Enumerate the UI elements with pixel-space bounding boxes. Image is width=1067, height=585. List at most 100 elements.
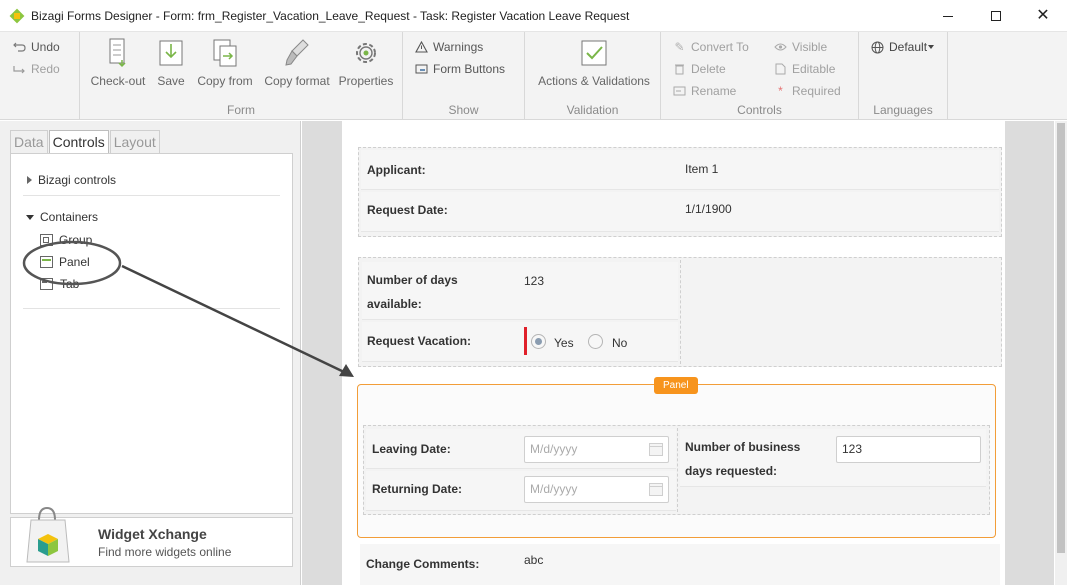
check-out-icon	[103, 38, 133, 68]
panel-tag: Panel	[654, 377, 698, 394]
panel-container[interactable]: Panel Leaving Date: M/d/yyyy Returning D…	[357, 377, 996, 538]
maximize-button[interactable]	[973, 0, 1019, 32]
actions-validations-button[interactable]: Actions & Validations	[536, 38, 652, 88]
warning-icon	[415, 41, 428, 54]
column-divider	[680, 260, 681, 364]
validation-group: Actions & Validations Validation	[525, 32, 661, 120]
widget-xchange-banner[interactable]: Widget Xchange Find more widgets online	[10, 506, 293, 567]
tab-layout[interactable]: Layout	[109, 130, 160, 153]
form-buttons-button[interactable]: Form Buttons	[415, 62, 505, 76]
returning-date-input[interactable]: M/d/yyyy	[524, 476, 669, 503]
languages-group: Default Languages	[859, 32, 948, 120]
left-panel-tabs: Data Controls Layout	[10, 130, 161, 153]
panel-label: Panel	[59, 255, 90, 269]
shopping-bag-icon	[25, 504, 81, 564]
tab-data[interactable]: Data	[10, 130, 48, 153]
applicant-label: Applicant:	[367, 163, 426, 177]
minimize-button[interactable]	[925, 0, 971, 32]
warnings-button[interactable]: Warnings	[415, 40, 483, 54]
save-label: Save	[157, 74, 185, 88]
tree-node-bizagi-controls[interactable]: Bizagi controls	[27, 173, 116, 187]
rename-icon	[673, 85, 686, 98]
validation-group-label: Validation	[566, 103, 619, 117]
controls-tree: Bizagi controls Containers Group Panel T…	[10, 153, 293, 514]
applicant-value: Item 1	[685, 162, 719, 176]
request-date-value: 1/1/1900	[685, 202, 732, 216]
tab-control-icon	[40, 278, 53, 290]
tree-node-panel[interactable]: Panel	[40, 255, 90, 269]
ribbon: Undo Redo Check-out Save Copy from Copy …	[0, 32, 1067, 120]
returning-date-label: Returning Date:	[372, 482, 462, 496]
redo-icon	[13, 63, 26, 76]
returning-date-placeholder: M/d/yyyy	[530, 482, 578, 496]
close-icon: ✕	[1036, 7, 1050, 24]
tree-node-containers[interactable]: Containers	[26, 210, 98, 224]
vertical-scrollbar[interactable]	[1055, 121, 1067, 585]
scrollbar-thumb[interactable]	[1057, 123, 1065, 553]
editable-icon	[774, 63, 787, 76]
radio-yes-label: Yes	[554, 336, 574, 350]
editable-button[interactable]: Editable	[774, 62, 835, 76]
business-days-label-1: Number of business	[685, 440, 801, 454]
request-date-label: Request Date:	[367, 203, 448, 217]
undo-redo-group: Undo Redo	[0, 32, 80, 120]
calendar-icon[interactable]	[649, 483, 663, 496]
copy-from-icon	[210, 38, 240, 68]
checkbox-check-icon	[579, 38, 609, 68]
form-buttons-icon	[415, 63, 428, 76]
form-buttons-label: Form Buttons	[433, 62, 506, 76]
rename-button[interactable]: Rename	[673, 84, 736, 98]
bizagi-logo-icon	[9, 8, 25, 23]
tree-node-group[interactable]: Group	[40, 233, 92, 247]
widget-subtitle: Find more widgets online	[98, 545, 232, 559]
maximize-icon	[991, 11, 1001, 21]
leaving-date-label: Leaving Date:	[372, 442, 451, 456]
copy-format-button[interactable]: Copy format	[262, 38, 332, 88]
days-available-label-2: available:	[367, 297, 422, 311]
editable-label: Editable	[792, 62, 836, 76]
required-label: Required	[792, 84, 841, 98]
change-comments-label: Change Comments:	[366, 557, 480, 571]
convert-to-button[interactable]: ✎ Convert To	[673, 40, 748, 54]
asterisk-icon: *	[778, 84, 783, 98]
section-days: Number of days available: 123 Request Va…	[358, 257, 1002, 367]
window-title: Bizagi Forms Designer - Form: frm_Regist…	[31, 8, 630, 23]
check-out-button[interactable]: Check-out	[88, 38, 148, 88]
show-group: Warnings Form Buttons Show	[403, 32, 525, 120]
properties-button[interactable]: Properties	[338, 38, 394, 88]
radio-no[interactable]	[588, 334, 603, 349]
copy-format-label: Copy format	[264, 74, 330, 88]
close-button[interactable]: ✕	[1020, 0, 1066, 32]
dropdown-arrow-icon	[928, 45, 935, 49]
tree-node-tab[interactable]: Tab	[40, 277, 79, 291]
delete-label: Delete	[691, 62, 726, 76]
undo-button[interactable]: Undo	[13, 40, 60, 54]
leaving-date-placeholder: M/d/yyyy	[530, 442, 578, 456]
copy-from-button[interactable]: Copy from	[194, 38, 256, 88]
actions-validations-label: Actions & Validations	[538, 74, 650, 88]
convert-icon: ✎	[674, 40, 685, 54]
trash-icon	[673, 63, 686, 76]
save-button[interactable]: Save	[156, 38, 186, 88]
radio-yes[interactable]	[531, 334, 546, 349]
panel-control-icon	[40, 256, 53, 268]
tab-controls[interactable]: Controls	[48, 130, 109, 153]
language-dropdown[interactable]: Default	[871, 40, 935, 54]
business-days-input[interactable]: 123	[836, 436, 981, 463]
show-group-label: Show	[448, 103, 479, 117]
days-available-label-1: Number of days	[367, 273, 458, 287]
calendar-icon[interactable]	[649, 443, 663, 456]
visible-button[interactable]: Visible	[774, 40, 827, 54]
section-applicant: Applicant: Item 1 Request Date: 1/1/1900	[358, 147, 1002, 237]
properties-label: Properties	[338, 74, 394, 88]
delete-button[interactable]: Delete	[673, 62, 726, 76]
required-button[interactable]: * Required	[774, 84, 841, 98]
rename-label: Rename	[691, 84, 737, 98]
leaving-date-input[interactable]: M/d/yyyy	[524, 436, 669, 463]
panel-inner-section: Leaving Date: M/d/yyyy Returning Date: M…	[363, 425, 990, 515]
redo-button[interactable]: Redo	[13, 62, 60, 76]
title-bar: Bizagi Forms Designer - Form: frm_Regist…	[0, 0, 1067, 32]
column-divider	[677, 428, 678, 512]
controls-group: ✎ Convert To Delete Rename Visible Edita…	[661, 32, 859, 120]
collapse-arrow-icon	[26, 214, 34, 220]
